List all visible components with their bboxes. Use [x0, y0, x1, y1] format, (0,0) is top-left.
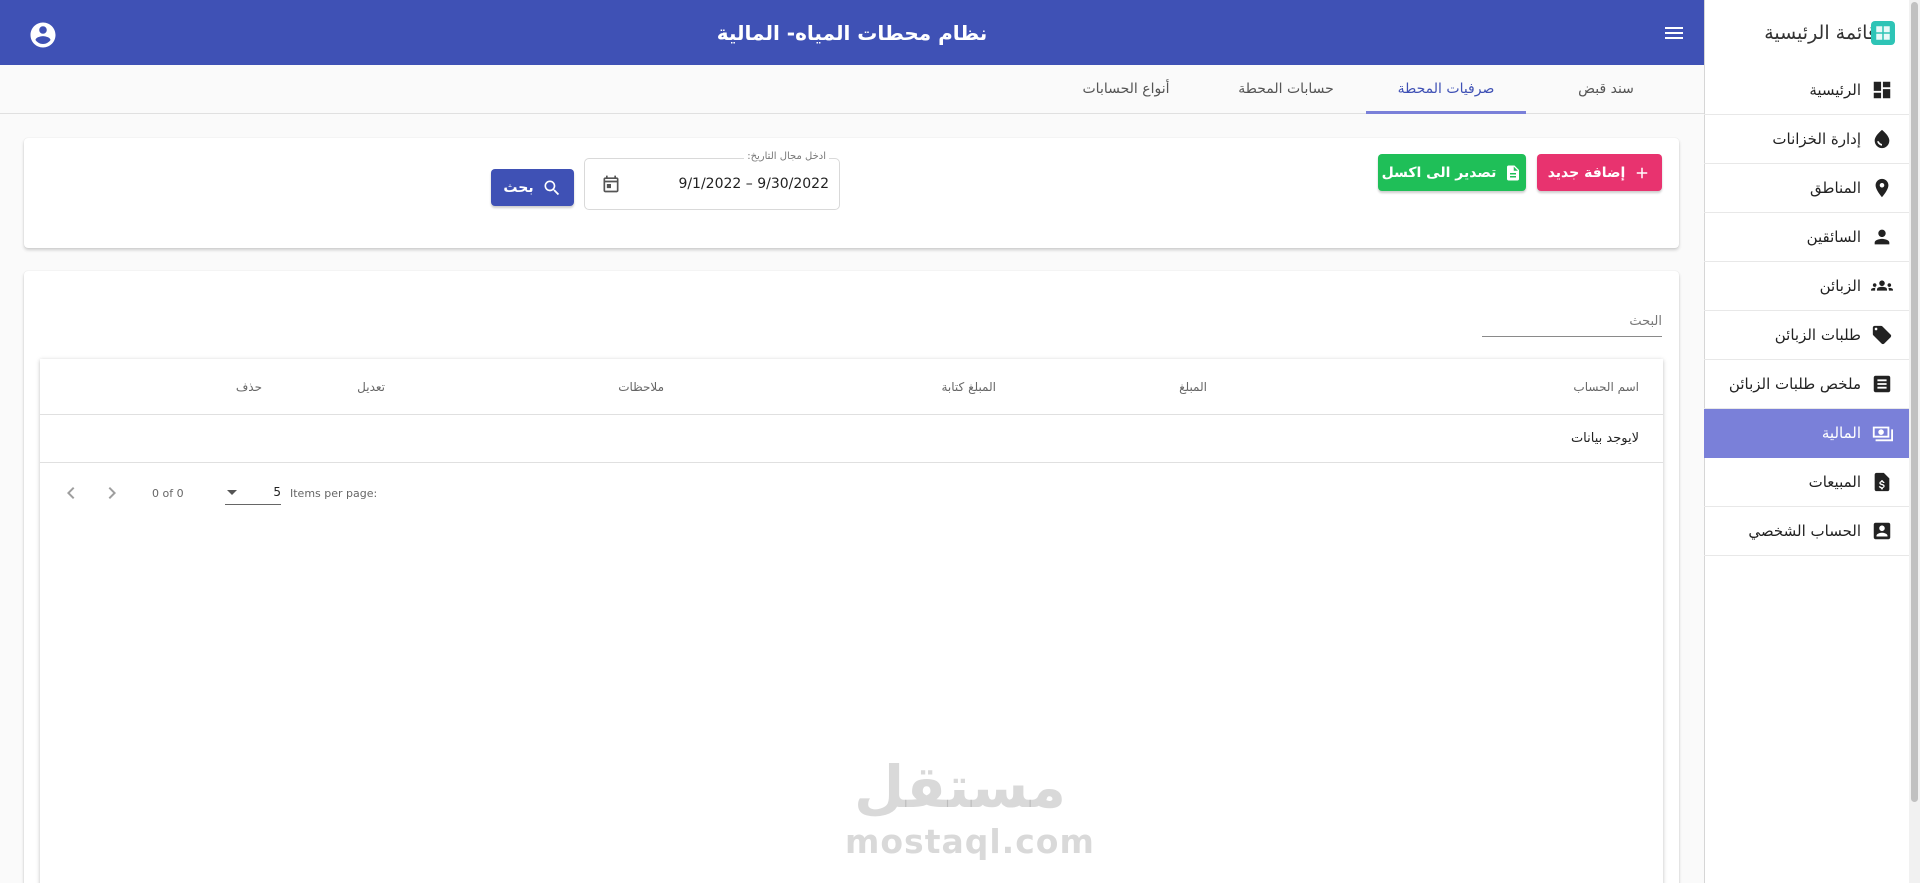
- column-delete: حذف: [235, 380, 262, 394]
- sidebar-item-tanks[interactable]: إدارة الخزانات: [1704, 115, 1909, 164]
- finance-tabs: سند قبض صرفيات المحطة حسابات المحطة أنوا…: [0, 65, 1704, 114]
- app-logo-icon: [1871, 21, 1895, 45]
- tag-icon: [1871, 324, 1893, 346]
- document-icon: [1507, 165, 1520, 180]
- sidebar-item-drivers[interactable]: السائقين: [1704, 213, 1909, 262]
- page-range-label: 0 of 0: [152, 487, 184, 500]
- sidebar-item-label: المالية: [1821, 424, 1861, 442]
- previous-page-button[interactable]: [59, 481, 83, 505]
- page-size-value: 5: [273, 485, 281, 499]
- account-circle-icon[interactable]: [28, 20, 58, 50]
- dollar-doc-icon: [1871, 471, 1893, 493]
- sidebar-item-home[interactable]: الرئيسية: [1704, 66, 1909, 115]
- date-range-label: ادخل مجال التاريخ:: [744, 151, 829, 162]
- items-per-page-label: Items per page:: [290, 487, 378, 500]
- sidebar-item-profile[interactable]: الحساب الشخصي: [1704, 507, 1909, 556]
- table-card: اسم الحساب المبلغ المبلغ كتابة ملاحظات ت…: [24, 271, 1679, 883]
- sidebar-item-label: المناطق: [1810, 179, 1861, 197]
- chevron-left-icon: [67, 487, 75, 499]
- plus-icon: [1637, 167, 1648, 178]
- menu-icon[interactable]: [1662, 21, 1686, 45]
- table-search-input[interactable]: [1482, 307, 1662, 336]
- sidebar-item-label: طلبات الزبائن: [1774, 326, 1861, 344]
- filter-card: إضافة جديد تصدير الى اكسل ادخل مجال التا…: [24, 138, 1679, 248]
- data-table: اسم الحساب المبلغ المبلغ كتابة ملاحظات ت…: [40, 359, 1663, 883]
- sidebar-item-label: السائقين: [1806, 228, 1861, 246]
- export-excel-label: تصدير الى اكسل: [1381, 164, 1497, 181]
- chevron-down-icon: [227, 490, 237, 495]
- person-icon: [1871, 226, 1893, 248]
- tab-station-expenses[interactable]: صرفيات المحطة: [1366, 65, 1526, 114]
- list-icon: [1871, 373, 1893, 395]
- column-notes[interactable]: ملاحظات: [618, 359, 664, 415]
- search-button-label: بحث: [503, 179, 534, 196]
- empty-state-row: لايوجد بيانات: [40, 415, 1663, 463]
- sidebar-item-label: المبيعات: [1808, 473, 1861, 491]
- sidebar-item-label: إدارة الخزانات: [1772, 130, 1861, 148]
- next-page-button[interactable]: [100, 481, 124, 505]
- chevron-right-icon: [108, 487, 116, 499]
- sidebar-scrollbar[interactable]: [1909, 0, 1920, 883]
- sidebar-item-customers[interactable]: الزبائن: [1704, 262, 1909, 311]
- top-app-bar: نظام محطات المياه- المالية: [0, 0, 1704, 65]
- tab-receipt-voucher[interactable]: سند قبض: [1526, 65, 1686, 113]
- scrollbar-thumb[interactable]: [1911, 2, 1918, 802]
- date-range-field[interactable]: ادخل مجال التاريخ: 9/1/2022 – 9/30/2022: [584, 151, 840, 210]
- water-drop-icon: [1871, 128, 1893, 150]
- add-new-label: إضافة جديد: [1547, 164, 1626, 181]
- add-new-button[interactable]: إضافة جديد: [1537, 154, 1662, 191]
- sidebar-brand: قائمة الرئيسية: [1704, 0, 1909, 66]
- group-icon: [1871, 275, 1893, 297]
- sidebar-item-finance[interactable]: المالية: [1704, 409, 1909, 458]
- sidebar-item-sales[interactable]: المبيعات: [1704, 458, 1909, 507]
- sidebar-item-label: الحساب الشخصي: [1748, 522, 1861, 540]
- dashboard-icon: [1871, 79, 1893, 101]
- column-amount[interactable]: المبلغ: [1179, 359, 1207, 415]
- tab-station-accounts[interactable]: حسابات المحطة: [1206, 65, 1366, 113]
- date-range-value: 9/1/2022 – 9/30/2022: [678, 176, 829, 192]
- table-header: اسم الحساب المبلغ المبلغ كتابة ملاحظات ت…: [40, 359, 1663, 415]
- column-account-name[interactable]: اسم الحساب: [1573, 359, 1639, 415]
- sidebar-item-label: الزبائن: [1819, 277, 1861, 295]
- sidebar-item-regions[interactable]: المناطق: [1704, 164, 1909, 213]
- paginator: Items per page: 5 0 of 0: [40, 463, 440, 521]
- money-icon: [1871, 422, 1893, 444]
- sidebar: قائمة الرئيسية الرئيسية إدارة الخزانات ا…: [1704, 0, 1920, 883]
- sidebar-item-customer-orders[interactable]: طلبات الزبائن: [1704, 311, 1909, 360]
- column-amount-in-words[interactable]: المبلغ كتابة: [942, 359, 997, 415]
- sidebar-item-label: ملخص طلبات الزبائن: [1728, 375, 1861, 393]
- search-button[interactable]: بحث: [491, 169, 574, 206]
- empty-state-text: لايوجد بيانات: [1570, 431, 1639, 446]
- account-box-icon: [1871, 520, 1893, 542]
- export-excel-button[interactable]: تصدير الى اكسل: [1378, 154, 1526, 191]
- search-icon: [544, 180, 559, 195]
- page-title: نظام محطات المياه- المالية: [716, 20, 988, 45]
- table-search[interactable]: [1482, 307, 1662, 337]
- calendar-icon[interactable]: [601, 174, 621, 194]
- tab-account-types[interactable]: أنواع الحسابات: [1046, 65, 1206, 113]
- page-size-select[interactable]: 5: [225, 481, 281, 505]
- sidebar-item-orders-summary[interactable]: ملخص طلبات الزبائن: [1704, 360, 1909, 409]
- sidebar-brand-label: قائمة الرئيسية: [1764, 22, 1877, 44]
- column-edit: تعديل: [357, 380, 385, 394]
- location-pin-icon: [1871, 177, 1893, 199]
- sidebar-item-label: الرئيسية: [1809, 81, 1861, 99]
